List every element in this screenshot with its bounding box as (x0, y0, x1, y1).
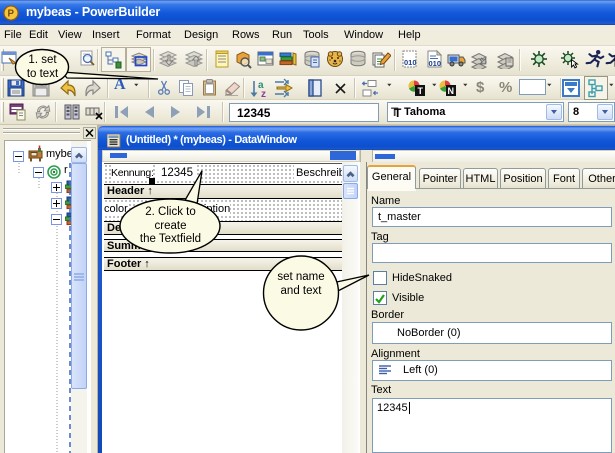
svg-text:P: P (7, 9, 14, 20)
svg-text:N: N (448, 86, 455, 96)
svg-text:z: z (261, 89, 266, 98)
svg-text:010: 010 (429, 59, 442, 68)
svg-text:010: 010 (404, 58, 417, 67)
svg-text:T: T (418, 86, 424, 96)
